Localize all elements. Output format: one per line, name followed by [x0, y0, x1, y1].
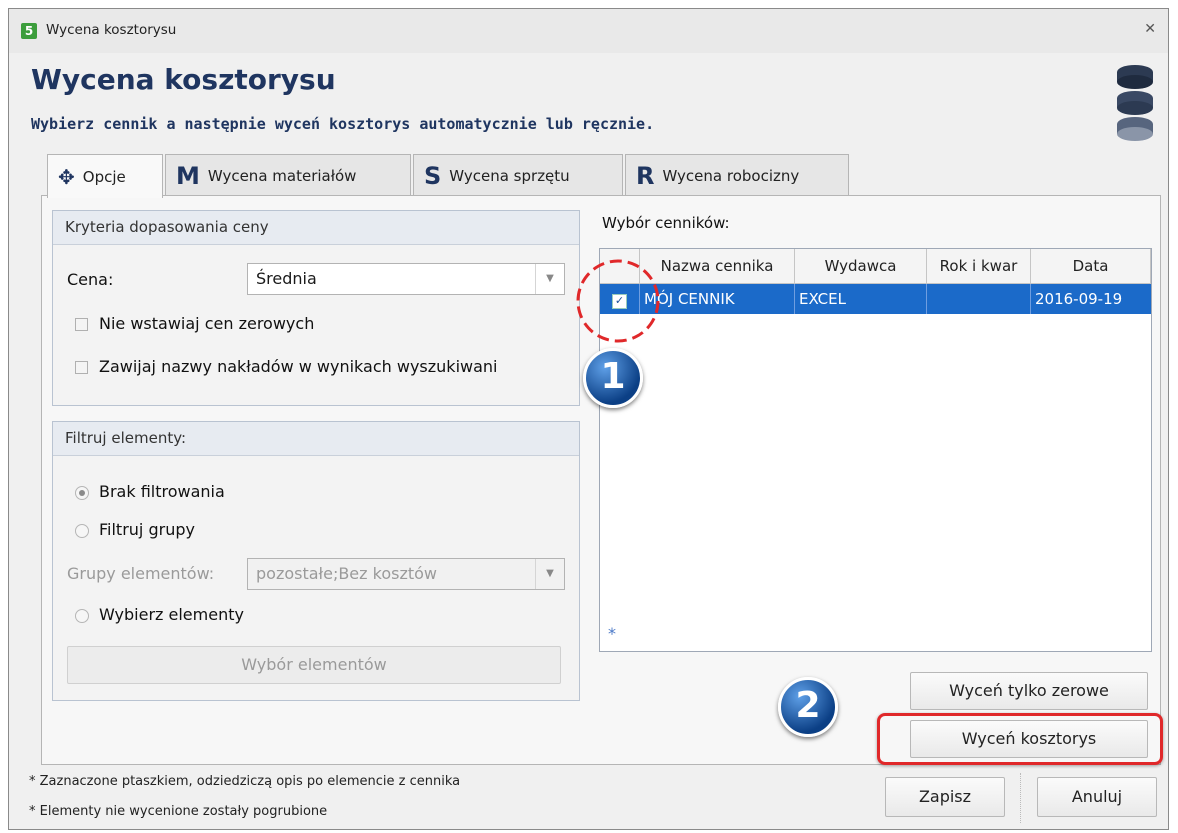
wrap-names-checkbox[interactable]: [75, 361, 88, 374]
select-elements-button[interactable]: Wybór elementów: [67, 646, 561, 684]
cancel-button[interactable]: Anuluj: [1037, 777, 1157, 817]
year-quarter-cell[interactable]: [927, 284, 1031, 314]
materials-icon: M: [176, 161, 200, 190]
equipment-icon: S: [424, 161, 442, 190]
price-select-value: Średnia: [256, 269, 317, 288]
tab-options[interactable]: ✥ Opcje: [47, 154, 163, 198]
app-icon: 5: [21, 23, 37, 39]
column-header-publisher[interactable]: Wydawca: [795, 249, 927, 283]
price-select[interactable]: Średnia ▼: [247, 263, 565, 295]
save-button[interactable]: Zapisz: [885, 777, 1005, 817]
checkbox-highlight-circle: [576, 259, 660, 343]
dialog-window: 5 Wycena kosztorysu ✕ Wycena kosztorysu …: [8, 8, 1169, 830]
window-title: Wycena kosztorysu: [46, 22, 177, 38]
tab-labor-pricing[interactable]: R Wycena robocizny: [625, 154, 849, 196]
pricelists-heading: Wybór cenników:: [602, 214, 730, 232]
step-badge-2: 2: [778, 677, 838, 737]
footnote-inherit-description: * Zaznaczone ptaszkiem, odziedziczą opis…: [29, 774, 461, 789]
wrap-names-label: Zawijaj nazwy nakładów w wynikach wyszuk…: [99, 357, 498, 376]
options-tab-panel: Kryteria dopasowania ceny Cena: Średnia …: [41, 195, 1163, 765]
header-banner: Wycena kosztorysu Wybierz cennik a nastę…: [9, 53, 1168, 151]
element-groups-select[interactable]: pozostałe;Bez kosztów ▼: [247, 558, 565, 590]
filter-groups-radio[interactable]: [75, 524, 89, 538]
chevron-down-icon[interactable]: ▼: [535, 264, 564, 294]
column-header-date[interactable]: Data: [1031, 249, 1151, 283]
column-header-year-quarter[interactable]: Rok i kwar: [927, 249, 1031, 283]
step-badge-1: 1: [583, 348, 643, 408]
no-filter-radio[interactable]: [75, 486, 89, 500]
chevron-down-icon[interactable]: ▼: [535, 559, 564, 589]
tab-label: Wycena robocizny: [662, 166, 800, 185]
footnote-unpriced-bold: * Elementy nie wycenione zostały pogrubi…: [29, 804, 328, 819]
estimate-button-highlight: [877, 713, 1163, 765]
element-groups-label: Grupy elementów:: [67, 564, 215, 583]
group-heading: Filtruj elementy:: [53, 422, 579, 456]
group-heading: Kryteria dopasowania ceny: [53, 211, 579, 245]
tab-label: Wycena sprzętu: [449, 166, 570, 185]
select-elements-label: Wybierz elementy: [99, 605, 244, 624]
filter-group: Filtruj elementy: Brak filtrowania Filtr…: [52, 421, 580, 701]
tab-materials-pricing[interactable]: M Wycena materiałów: [165, 154, 411, 196]
labor-icon: R: [636, 161, 655, 190]
no-filter-label: Brak filtrowania: [99, 482, 225, 501]
price-label: Cena:: [67, 270, 114, 289]
date-cell[interactable]: 2016-09-19: [1031, 284, 1151, 314]
grid-header: Nazwa cennika Wydawca Rok i kwar Data: [600, 249, 1151, 284]
close-icon[interactable]: ✕: [1144, 21, 1156, 37]
pricelist-grid[interactable]: Nazwa cennika Wydawca Rok i kwar Data ✓ …: [599, 248, 1152, 652]
button-divider: [1020, 773, 1021, 823]
database-coins-icon: [1117, 65, 1153, 141]
tab-equipment-pricing[interactable]: S Wycena sprzętu: [413, 154, 623, 196]
gear-icon: ✥: [58, 164, 75, 189]
page-title: Wycena kosztorysu: [31, 63, 336, 96]
publisher-cell[interactable]: EXCEL: [795, 284, 927, 314]
filter-groups-label: Filtruj grupy: [99, 520, 195, 539]
tab-label: Opcje: [82, 167, 126, 186]
no-zero-prices-checkbox[interactable]: [75, 318, 88, 331]
select-elements-radio[interactable]: [75, 609, 89, 623]
no-zero-prices-label: Nie wstawiaj cen zerowych: [99, 314, 315, 333]
price-criteria-group: Kryteria dopasowania ceny Cena: Średnia …: [52, 210, 580, 406]
element-groups-value: pozostałe;Bez kosztów: [256, 564, 437, 583]
tab-label: Wycena materiałów: [207, 166, 357, 185]
table-row[interactable]: ✓ MÓJ CENNIK EXCEL 2016-09-19: [600, 284, 1151, 314]
title-bar: 5 Wycena kosztorysu ✕: [9, 9, 1168, 54]
page-subtitle: Wybierz cennik a następnie wyceń kosztor…: [31, 115, 655, 133]
new-row-marker[interactable]: *: [608, 624, 616, 643]
price-zero-only-button[interactable]: Wyceń tylko zerowe: [910, 672, 1148, 710]
